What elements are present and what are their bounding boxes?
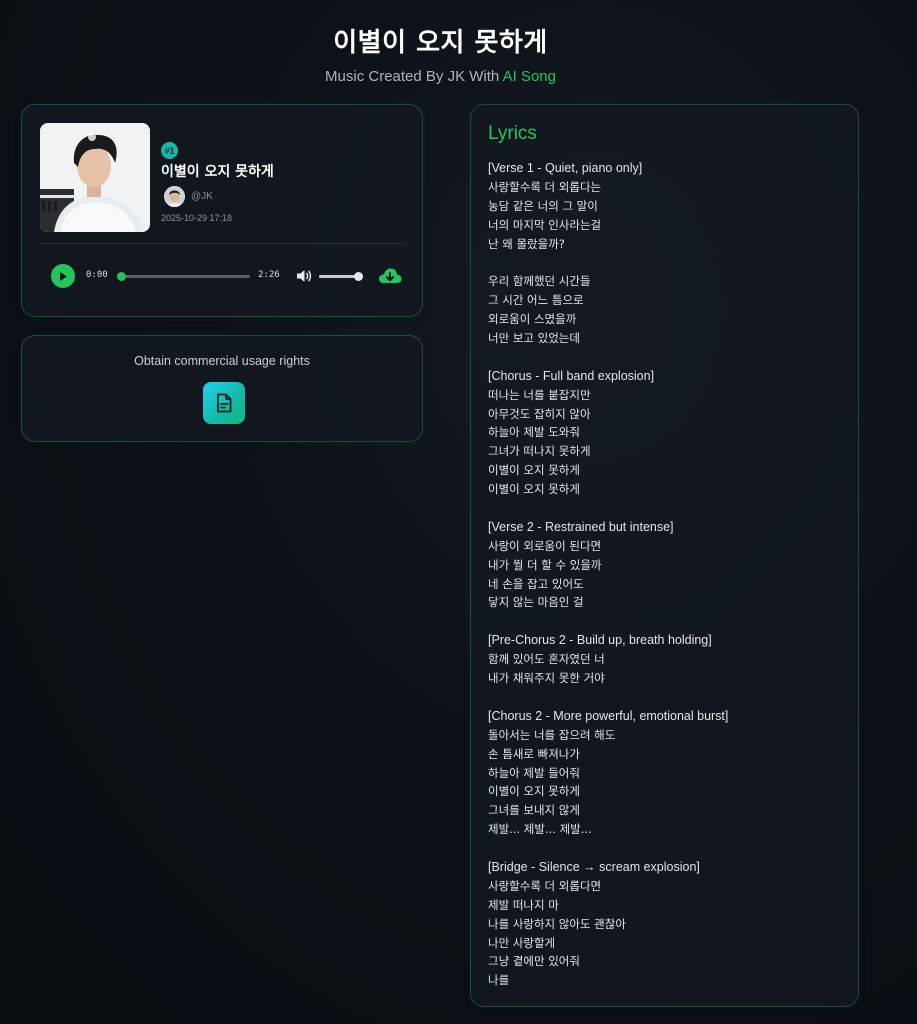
lyrics-body: [Verse 1 - Quiet, piano only] 사랑할수록 더 외롭다…: [488, 159, 848, 990]
lyric-spacer: [488, 348, 848, 367]
album-cover: [40, 123, 150, 232]
artist-avatar[interactable]: [164, 186, 185, 207]
divider: [40, 243, 406, 244]
lyric-section-label: [Chorus 2 - More powerful, emotional bur…: [488, 708, 729, 723]
lyric-line: 나를: [488, 973, 510, 988]
lyric-line: 함께 있어도 혼자였던 너: [488, 652, 605, 667]
lyric-line: 그녀를 보내지 않게: [488, 803, 580, 818]
lyric-line: 닿지 않는 마음인 걸: [488, 595, 584, 610]
lyric-line: 네 손을 잡고 있어도: [488, 576, 584, 591]
lyric-line: 농담 같은 너의 그 말이: [488, 198, 598, 213]
player-card: #1 이별이 오지 못하게 @JK 2025-10-29 17:18 0:00 …: [21, 104, 423, 317]
lyric-line: 그녀가 떠나지 못하게: [488, 444, 591, 459]
lyric-line: 내가 뭘 더 할 수 있을까: [488, 557, 602, 572]
commercial-rights-card: Obtain commercial usage rights: [21, 335, 423, 442]
play-button[interactable]: [51, 264, 75, 288]
speaker-icon[interactable]: [295, 267, 313, 285]
lyric-section-label: [Chorus - Full band explosion]: [488, 368, 655, 383]
lyric-spacer: [488, 253, 848, 272]
license-button[interactable]: [203, 382, 245, 424]
subtitle-prefix: Music Created By JK With: [325, 68, 503, 85]
created-date: 2025-10-29 17:18: [161, 213, 233, 223]
lyric-line: 아무것도 잡히지 않아: [488, 406, 591, 421]
lyric-line: 사랑이 외로움이 된다면: [488, 538, 602, 553]
lyric-line: 나를 사랑하지 않아도 괜찮아: [488, 916, 626, 931]
lyric-line: 그 시간 어느 틈으로: [488, 293, 584, 308]
lyric-line: 제발 떠나지 마: [488, 897, 559, 912]
page-subtitle: Music Created By JK With AI Song: [0, 68, 881, 85]
rank-badge: #1: [161, 142, 178, 159]
progress-handle[interactable]: [117, 272, 126, 281]
lyric-spacer: [488, 612, 848, 631]
lyric-line: 우리 함께했던 시간들: [488, 274, 591, 289]
lyric-line: 돌아서는 너를 잡으려 해도: [488, 727, 616, 742]
lyric-section-label: [Bridge - Silence → scream explosion]: [488, 859, 700, 874]
volume-slider[interactable]: [319, 272, 363, 281]
lyric-line: 나만 사랑할게: [488, 935, 556, 950]
play-icon: [60, 271, 67, 281]
lyric-line: 너의 마지막 인사라는걸: [488, 217, 602, 232]
lyric-spacer: [488, 839, 848, 858]
duration: 2:26: [258, 270, 280, 280]
progress-bar[interactable]: [117, 272, 250, 281]
lyric-line: 제발... 제발... 제발...: [488, 822, 592, 837]
lyric-line: 하늘아 제발 도와줘: [488, 425, 580, 440]
lyric-line: 하늘아 제발 들어줘: [488, 765, 580, 780]
volume-handle[interactable]: [353, 272, 363, 281]
lyric-line: 너만 보고 있었는데: [488, 331, 580, 346]
lyric-line: 이별이 오지 못하게: [488, 463, 580, 478]
volume-fill: [319, 275, 358, 278]
lyric-spacer: [488, 688, 848, 707]
lyric-spacer: [488, 499, 848, 518]
lyric-line: 이별이 오지 못하게: [488, 482, 580, 497]
lyric-section-label: [Verse 1 - Quiet, piano only]: [488, 161, 643, 175]
commercial-rights-label: Obtain commercial usage rights: [134, 354, 310, 368]
song-title: 이별이 오지 못하게: [161, 164, 274, 180]
ai-song-link[interactable]: AI Song: [503, 68, 556, 85]
lyric-line: 그냥 곁에만 있어줘: [488, 954, 580, 969]
lyrics-heading: Lyrics: [488, 123, 537, 144]
cloud-download-icon[interactable]: [377, 264, 403, 288]
current-time: 0:00: [86, 270, 108, 280]
lyric-line: 외로움이 스몄을까: [488, 312, 577, 327]
lyric-section-label: [Verse 2 - Restrained but intense]: [488, 519, 674, 534]
lyric-line: 난 왜 몰랐을까?: [488, 236, 565, 251]
lyric-line: 내가 채워주지 못한 거야: [488, 671, 605, 686]
page-title: 이별이 오지 못하게: [333, 28, 548, 58]
lyric-line: 떠나는 너를 붙잡지만: [488, 387, 591, 402]
lyric-section-label: [Pre-Chorus 2 - Build up, breath holding…: [488, 633, 712, 648]
document-icon: [217, 393, 232, 413]
lyric-line: 사랑할수록 더 외롭다는: [488, 179, 602, 194]
lyric-line: 이별이 오지 못하게: [488, 784, 580, 799]
lyric-line: 사랑할수록 더 외롭다면: [488, 878, 602, 893]
lyrics-card: Lyrics [Verse 1 - Quiet, piano only] 사랑할수…: [470, 104, 859, 1007]
lyric-line: 손 틈새로 빠져나가: [488, 746, 580, 761]
artist-name[interactable]: @JK: [191, 191, 213, 202]
